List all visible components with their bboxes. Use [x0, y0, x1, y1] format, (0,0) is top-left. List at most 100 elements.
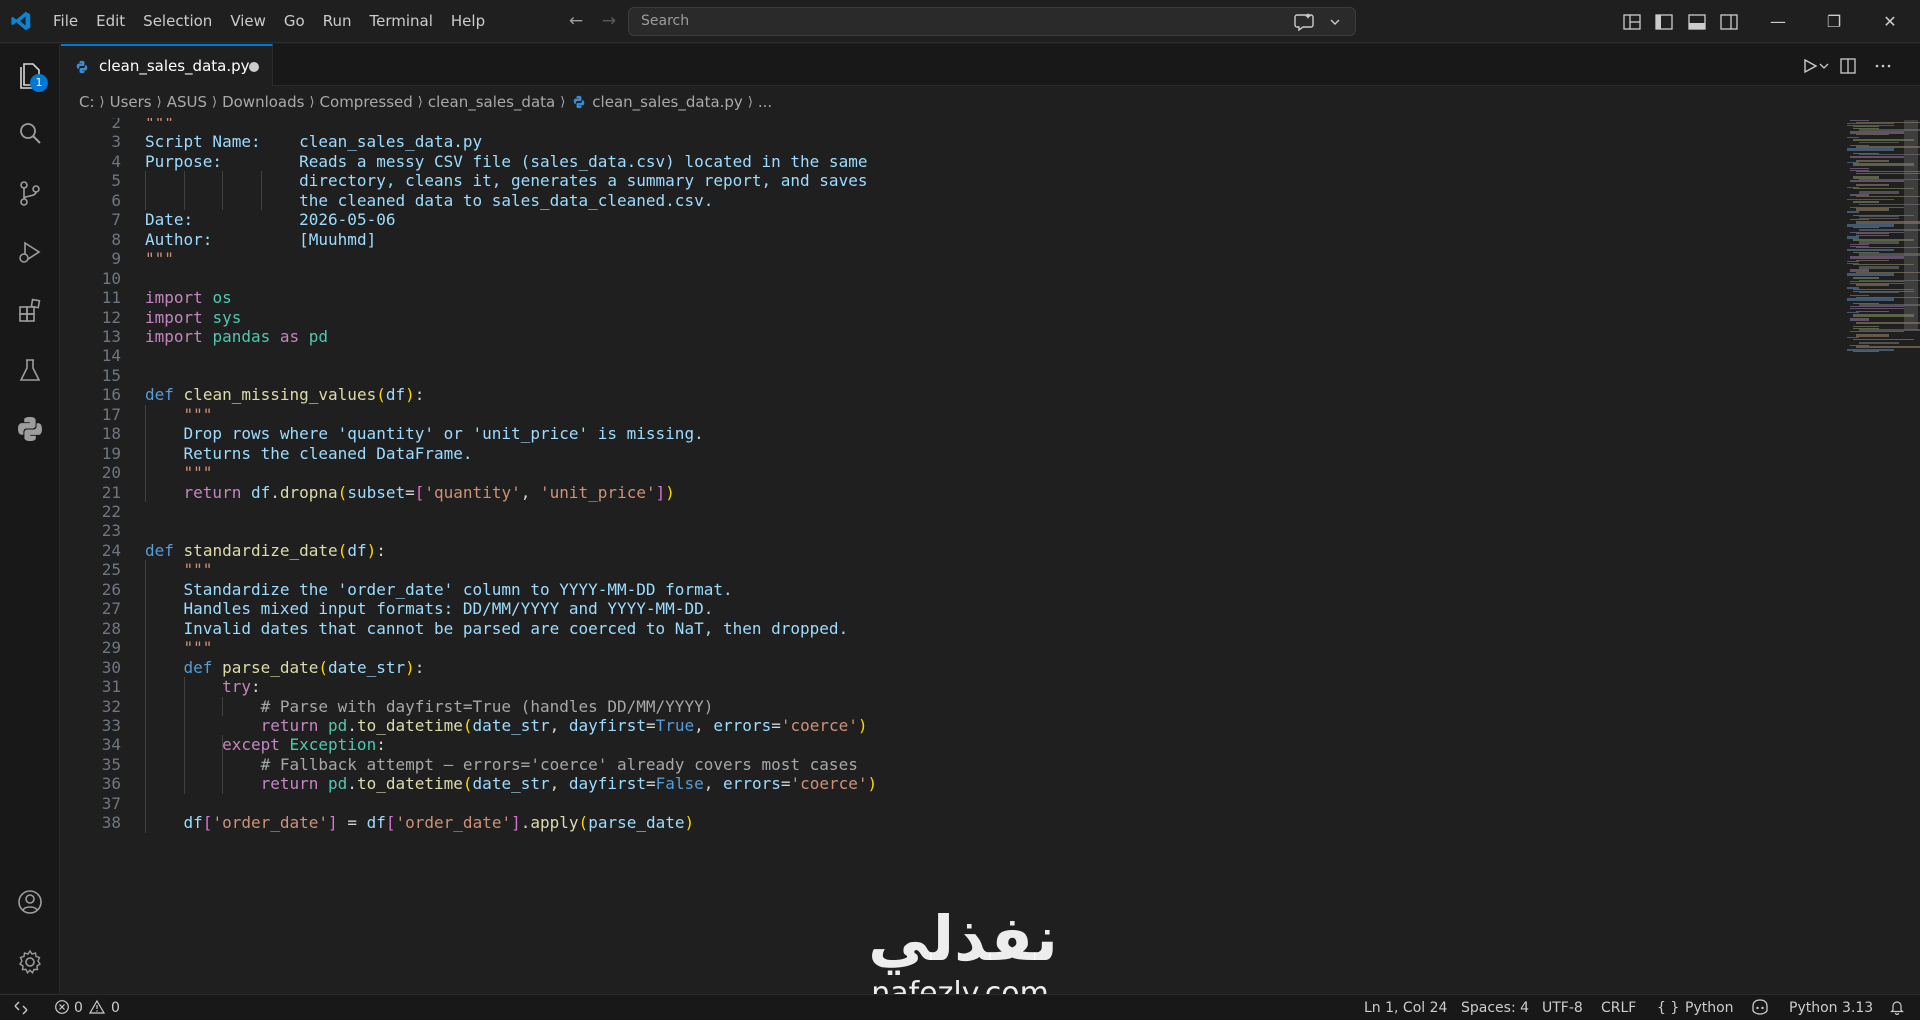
code-line[interactable]: Purpose: Reads a messy CSV file (sales_d… [145, 152, 867, 171]
code-line[interactable]: def standardize_date(df): [145, 541, 386, 560]
chevron-right-icon: ⟩ [560, 94, 566, 110]
code-line[interactable]: """ [145, 118, 174, 132]
code-line[interactable]: try: [145, 677, 261, 696]
code-area[interactable]: """ Script Name: clean_sales_data.py Purpo… [145, 118, 1725, 993]
code-line[interactable]: Returns the cleaned DataFrame. [145, 444, 473, 463]
source-control-icon[interactable] [14, 177, 46, 209]
cursor-position[interactable]: Ln 1, Col 24 [1364, 999, 1447, 1017]
code-line[interactable]: Author: [Muuhmd] [145, 230, 376, 249]
code-line[interactable]: def clean_missing_values(df): [145, 385, 424, 404]
code-line[interactable]: Script Name: clean_sales_data.py [145, 132, 482, 151]
menu-edit[interactable]: Edit [87, 0, 134, 43]
code-line[interactable]: Date: 2026-05-06 [145, 210, 395, 229]
error-count[interactable]: 0 [74, 999, 83, 1017]
python-interpreter[interactable]: Python 3.13 [1789, 999, 1873, 1017]
close-window-button[interactable]: ✕ [1862, 0, 1918, 43]
code-line[interactable]: return pd.to_datetime(date_str, dayfirst… [145, 774, 878, 793]
encoding[interactable]: UTF-8 [1542, 999, 1583, 1017]
line-number: 37 [101, 793, 121, 813]
accounts-icon[interactable] [14, 886, 46, 918]
breadcrumb-item[interactable]: Users [110, 93, 152, 111]
code-editor[interactable]: 2 3 4 5 6 7 8 9 10 11 12 13 14 15 16 17 18 19 20 21 22 23 24 25… [61, 118, 1920, 993]
minimap-line [1847, 211, 1859, 213]
menu-help[interactable]: Help [442, 0, 494, 43]
breadcrumb-item-file[interactable]: clean_sales_data.py [592, 93, 743, 111]
python-icon[interactable] [14, 413, 46, 445]
code-line[interactable]: # Fallback attempt – errors='coerce' alr… [145, 755, 858, 774]
breadcrumb-item-symbols[interactable]: ... [758, 93, 772, 111]
menu-go[interactable]: Go [275, 0, 314, 43]
code-line[interactable]: import pandas as pd [145, 327, 328, 346]
code-line[interactable]: # Parse with dayfirst=True (handles DD/M… [145, 697, 714, 716]
code-line[interactable]: Standardize the 'order_date' column to Y… [145, 580, 733, 599]
breadcrumb-item[interactable]: C: [79, 93, 95, 111]
breadcrumb-item[interactable]: ASUS [167, 93, 207, 111]
breadcrumb-item[interactable]: Downloads [222, 93, 304, 111]
code-line[interactable]: import os [145, 288, 232, 307]
menu-file[interactable]: File [44, 0, 87, 43]
minimap-line [1856, 209, 1889, 212]
breadcrumb-item[interactable]: clean_sales_data [428, 93, 555, 111]
code-line[interactable]: def parse_date(date_str): [145, 658, 425, 677]
code-line[interactable]: """ [145, 638, 213, 657]
python-file-icon [76, 60, 88, 74]
line-number: 12 [101, 307, 121, 327]
warning-count[interactable]: 0 [111, 999, 120, 1017]
menu-run[interactable]: Run [314, 0, 361, 43]
code-line[interactable]: df['order_date'] = df['order_date'].appl… [145, 813, 695, 832]
code-line[interactable]: return df.dropna(subset=['quantity', 'un… [145, 483, 675, 502]
maximize-button[interactable]: ❐ [1806, 0, 1862, 43]
line-number: 19 [101, 443, 121, 463]
status-bar: 0 0 Ln 1, Col 24 Spaces: 4 UTF-8 CRLF { … [0, 994, 1920, 1020]
code-line[interactable]: """ [145, 405, 213, 424]
minimap-line [1850, 180, 1904, 182]
remote-indicator-icon[interactable] [12, 1000, 30, 1016]
line-number: 28 [101, 618, 121, 638]
menu-selection[interactable]: Selection [134, 0, 221, 43]
run-debug-icon[interactable] [14, 236, 46, 268]
notifications-bell-icon[interactable] [1889, 999, 1905, 1015]
command-center-search[interactable]: Search [628, 7, 1356, 36]
minimize-button[interactable]: — [1750, 0, 1806, 43]
run-options-chevron-icon[interactable] [1818, 56, 1830, 76]
code-line[interactable]: the cleaned data to sales_data_cleaned.c… [145, 191, 713, 210]
toggle-panel-icon[interactable] [1685, 10, 1709, 34]
copilot-status-icon[interactable] [1750, 998, 1770, 1016]
code-line[interactable]: Handles mixed input formats: DD/MM/YYYY … [145, 599, 714, 618]
tab-clean-sales-data[interactable]: clean_sales_data.py [61, 44, 273, 86]
minimap-line [1856, 346, 1920, 348]
run-python-file-icon[interactable] [1800, 56, 1820, 76]
forward-arrow-icon[interactable]: → [599, 11, 619, 31]
warning-icon[interactable] [88, 999, 106, 1015]
copilot-chat-icon[interactable] [1293, 10, 1351, 34]
toggle-secondary-sidebar-icon[interactable] [1717, 10, 1741, 34]
code-line[interactable]: """ [145, 249, 174, 268]
code-line[interactable]: return pd.to_datetime(date_str, dayfirst… [145, 716, 868, 735]
line-ending[interactable]: CRLF [1601, 999, 1636, 1017]
menu-view[interactable]: View [221, 0, 275, 43]
back-arrow-icon[interactable]: ← [566, 11, 586, 31]
testing-flask-icon[interactable] [14, 354, 46, 386]
unsaved-dot-icon[interactable] [249, 62, 259, 72]
more-actions-icon[interactable] [1873, 56, 1893, 76]
settings-gear-icon[interactable] [14, 946, 46, 978]
breadcrumb-item[interactable]: Compressed [320, 93, 413, 111]
indentation[interactable]: Spaces: 4 [1461, 999, 1529, 1017]
code-line[interactable]: Drop rows where 'quantity' or 'unit_pric… [145, 424, 704, 443]
split-editor-icon[interactable] [1838, 56, 1858, 76]
vertical-scrollbar[interactable] [1904, 120, 1918, 330]
customize-layout-icon[interactable] [1620, 10, 1644, 34]
code-line[interactable]: except Exception: [145, 735, 386, 754]
language-mode[interactable]: Python [1685, 999, 1734, 1017]
code-line[interactable]: """ [145, 560, 213, 579]
search-icon[interactable] [14, 118, 46, 150]
code-line[interactable]: """ [145, 463, 213, 482]
code-line[interactable]: Invalid dates that cannot be parsed are … [145, 619, 849, 638]
menu-terminal[interactable]: Terminal [361, 0, 442, 43]
code-line[interactable]: import sys [145, 308, 241, 327]
code-line[interactable]: directory, cleans it, generates a summar… [145, 171, 867, 190]
error-icon[interactable] [54, 999, 70, 1015]
toggle-primary-sidebar-icon[interactable] [1652, 10, 1676, 34]
extensions-icon[interactable] [14, 295, 46, 327]
line-number: 16 [101, 385, 121, 405]
